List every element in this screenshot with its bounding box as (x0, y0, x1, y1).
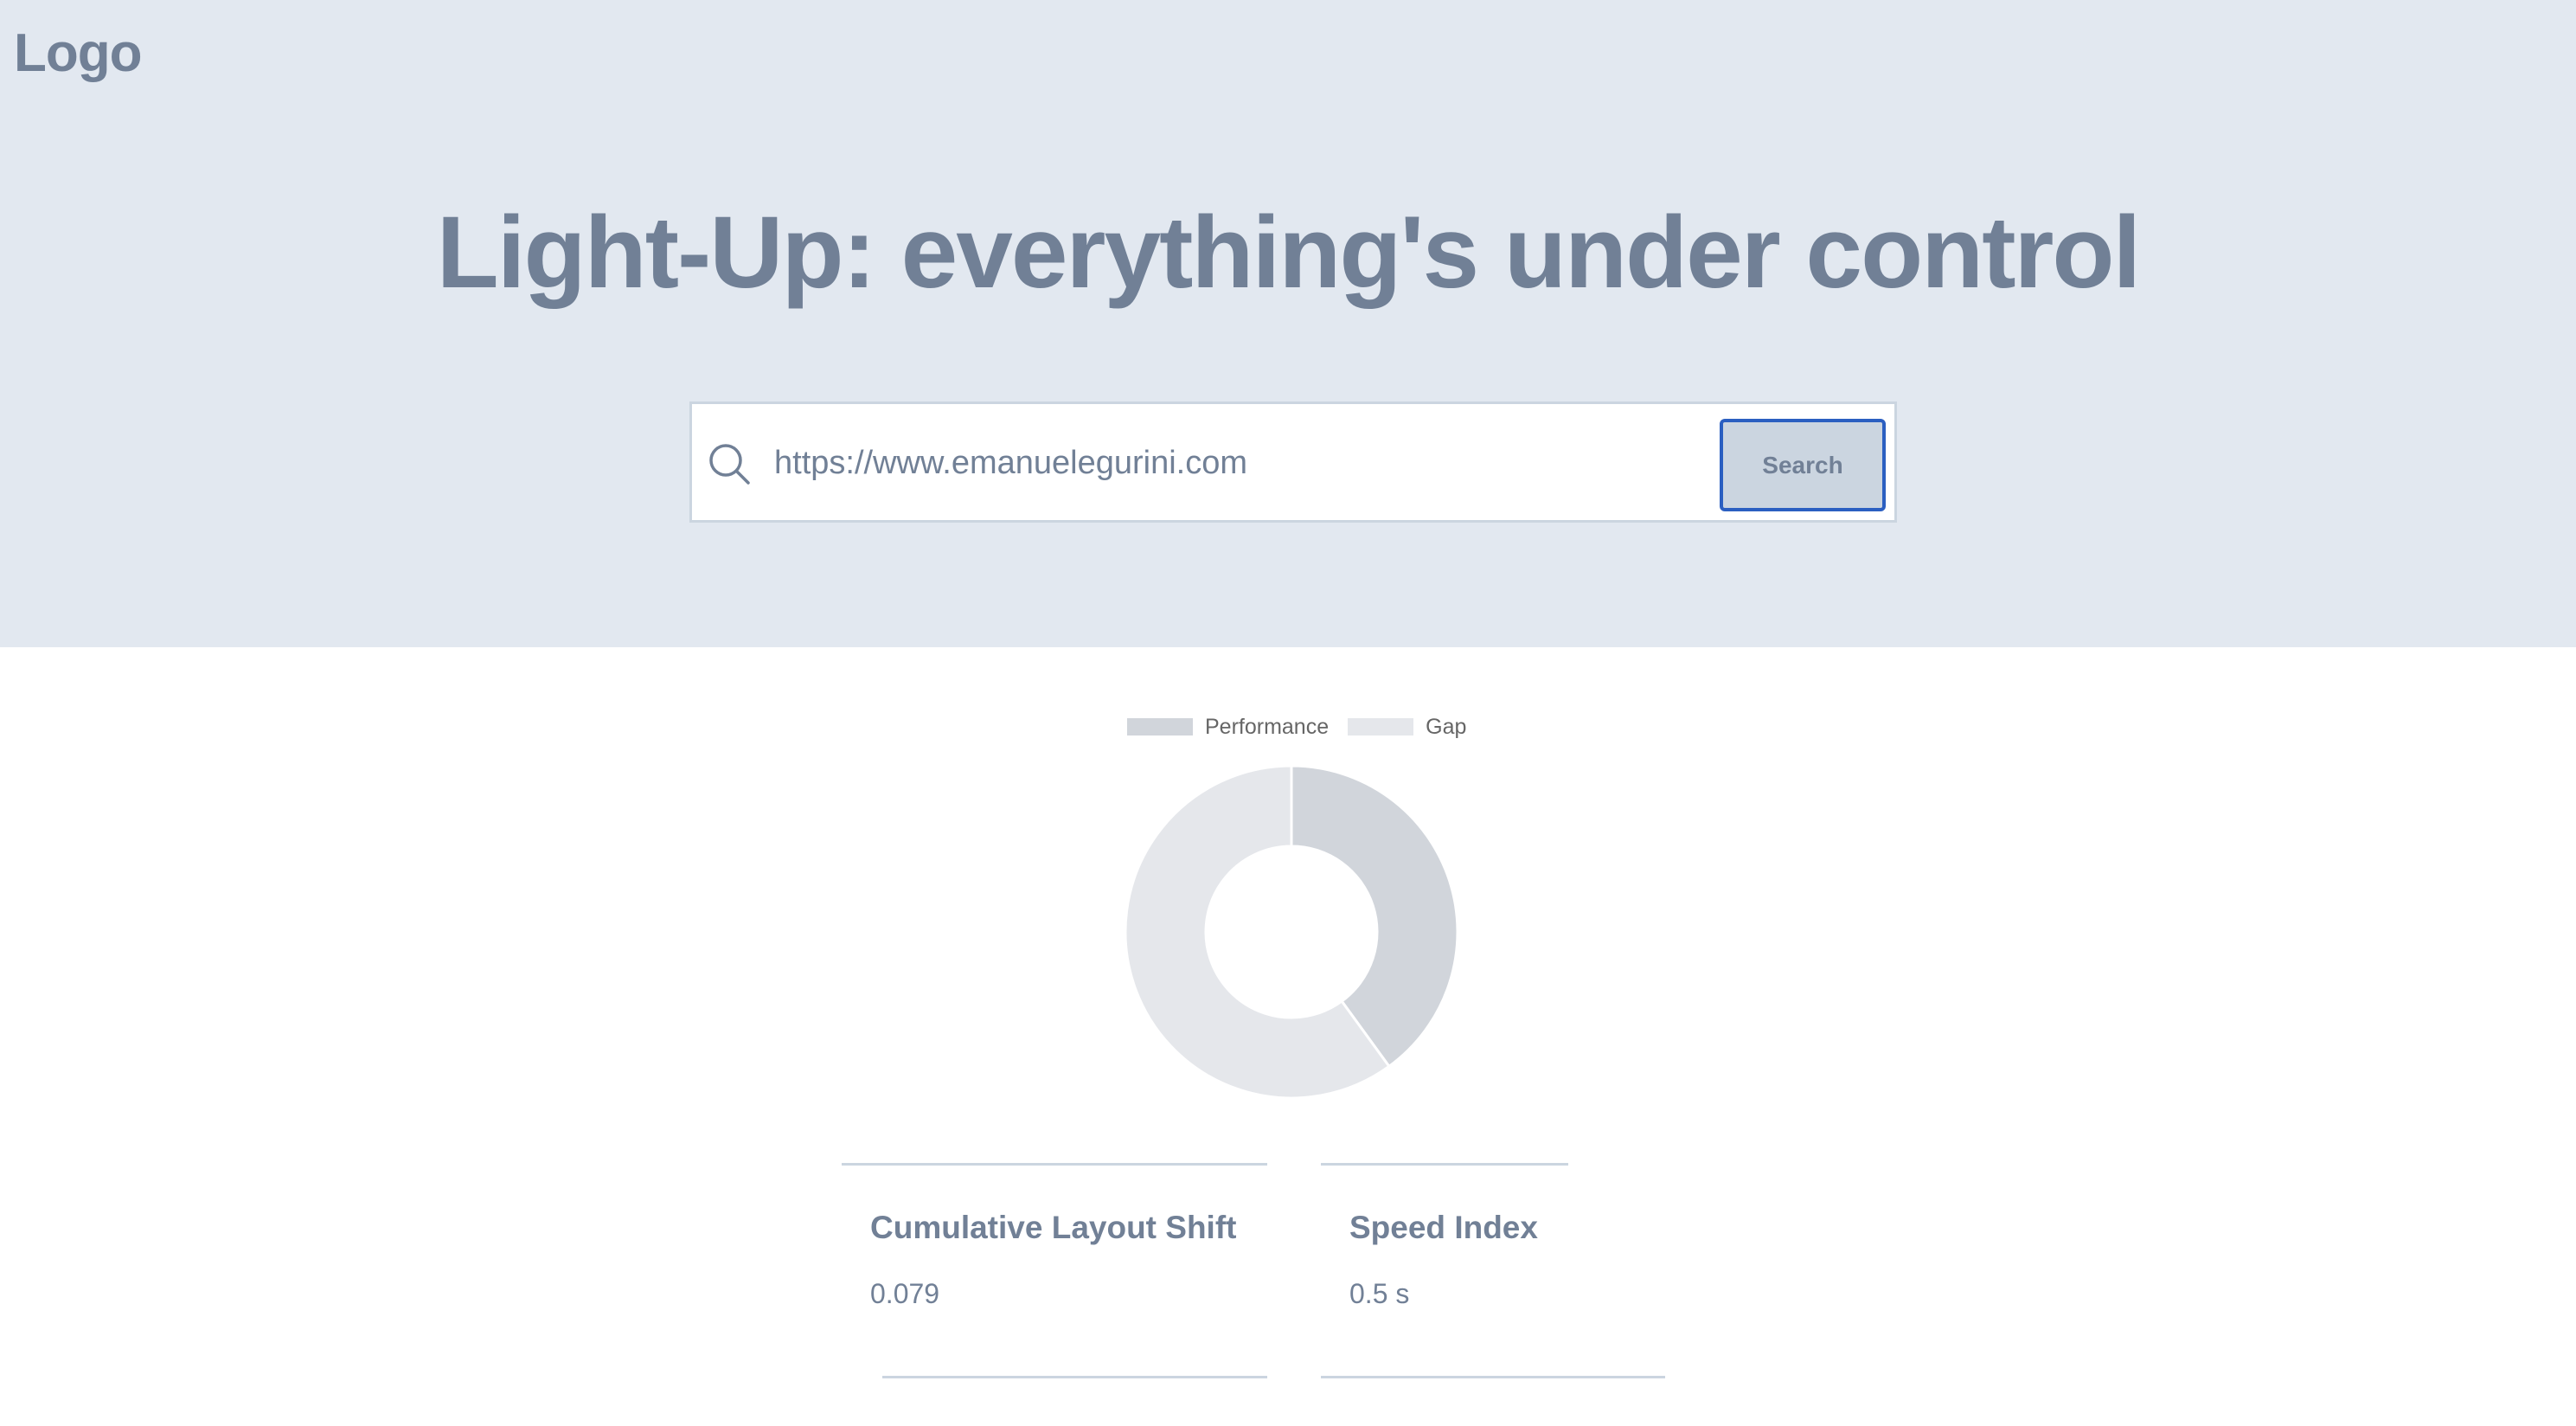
legend-swatch-gap (1348, 718, 1414, 735)
search-button[interactable]: Search (1720, 419, 1886, 511)
legend-swatch-performance (1127, 718, 1193, 735)
url-input[interactable] (774, 430, 1527, 496)
metric-value-speed-index: 0.5 s (1349, 1278, 1410, 1309)
metric-divider-top (842, 1163, 1267, 1166)
performance-chart: Performance Gap (0, 647, 2576, 1123)
metric-value-cls: 0.079 (870, 1278, 940, 1309)
hero-section: Logo Light-Up: everything's under contro… (0, 0, 2576, 647)
metric-divider-bottom (1321, 1376, 1665, 1378)
legend-item-gap[interactable]: Gap (1348, 715, 1466, 740)
logo[interactable]: Logo (14, 22, 142, 84)
legend-label-gap: Gap (1426, 714, 1467, 739)
chart-legend: Performance Gap (1127, 710, 1485, 744)
metric-divider-top (1321, 1163, 1568, 1166)
legend-item-performance[interactable]: Performance (1127, 715, 1329, 740)
metric-divider-bottom (882, 1376, 1267, 1378)
donut-chart (1124, 764, 1459, 1100)
search-bar: Search (689, 401, 1897, 523)
legend-label-performance: Performance (1205, 714, 1330, 739)
page-title: Light-Up: everything's under control (436, 196, 2142, 310)
metric-title-cls: Cumulative Layout Shift (870, 1210, 1237, 1245)
metric-title-speed-index: Speed Index (1349, 1210, 1538, 1245)
search-icon (709, 444, 750, 485)
